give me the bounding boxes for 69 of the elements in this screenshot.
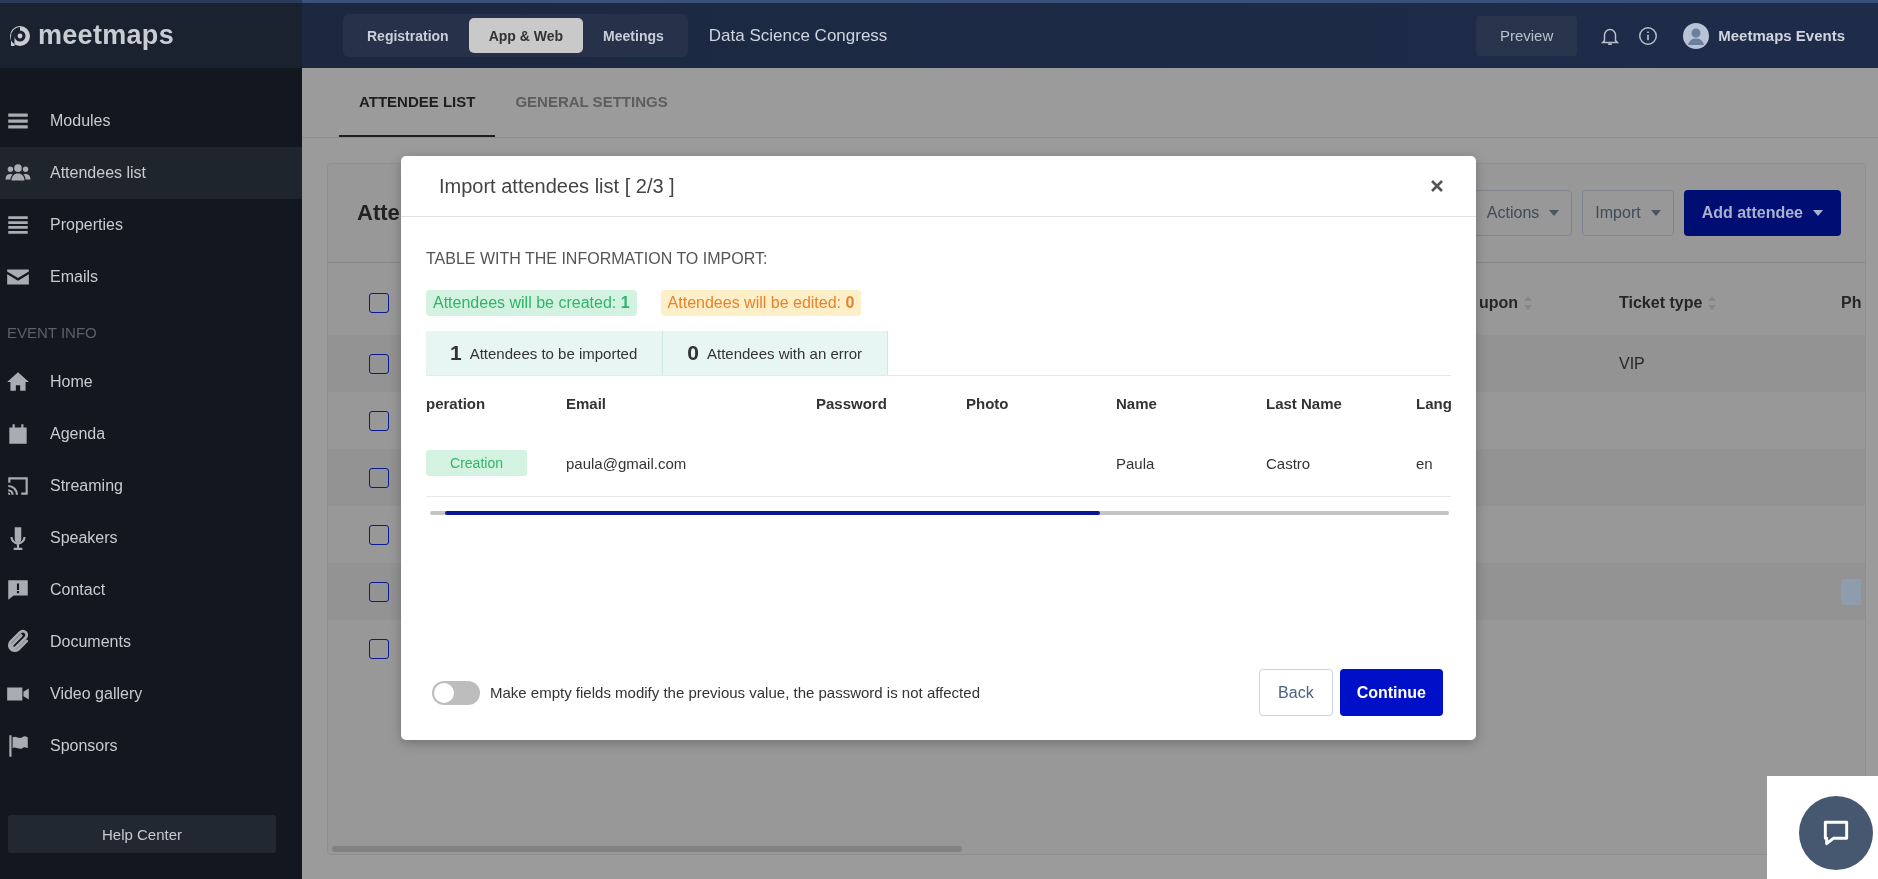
checkbox[interactable]: [369, 467, 389, 488]
column-header: Lang: [1416, 394, 1451, 412]
column-header[interactable]: upon: [1479, 294, 1619, 312]
sidebar-item[interactable]: Documents: [0, 616, 302, 668]
card-title: Atte: [357, 200, 400, 226]
toggle-switch[interactable]: [432, 680, 480, 705]
close-icon[interactable]: [1430, 179, 1444, 193]
horizontal-scrollbar[interactable]: [430, 511, 1449, 515]
info-icon[interactable]: [1637, 24, 1660, 47]
toggle-label: Make empty fields modify the previous value, the password is not affected: [490, 684, 980, 701]
preview-button[interactable]: Preview: [1475, 15, 1578, 56]
table-cell-text: paula@gmail.com: [566, 454, 688, 472]
caret-icon: [1813, 210, 1823, 216]
help-center-button[interactable]: Help Center: [8, 815, 276, 853]
sidebar-item[interactable]: Sponsors: [0, 720, 302, 772]
continue-button[interactable]: Continue: [1339, 669, 1443, 716]
checkbox[interactable]: [369, 293, 389, 313]
column-header: Last Name: [1266, 394, 1343, 412]
sidebar-item[interactable]: Properties: [0, 199, 302, 251]
column-header[interactable]: Ph: [1841, 294, 1865, 312]
sidebar-item[interactable]: Video gallery: [0, 668, 302, 720]
checkbox[interactable]: [369, 524, 389, 545]
operation-badge: Creation: [426, 450, 527, 476]
column-header: Password: [816, 394, 888, 412]
table-cell-text: en: [1416, 454, 1434, 472]
checkbox[interactable]: [369, 581, 389, 602]
stat-label: Attendees to be imported: [469, 344, 638, 362]
sidebar-item[interactable]: Modules: [0, 95, 302, 147]
column-header[interactable]: Ticket type: [1619, 294, 1841, 312]
section-tab[interactable]: Meetings: [583, 18, 684, 53]
section-heading: EVENT INFO: [6, 323, 98, 343]
sidebar-item[interactable]: Agenda: [0, 408, 302, 460]
checkbox[interactable]: [369, 410, 389, 431]
section-tab[interactable]: Registration: [347, 18, 469, 53]
sidebar-item[interactable]: Emails: [0, 251, 302, 303]
column-header: Photo: [966, 394, 1010, 412]
dropdown-button[interactable]: Add attendee: [1683, 190, 1841, 236]
column-header: peration: [426, 394, 487, 412]
event-title: Data Science Congress: [708, 25, 888, 46]
page-tab[interactable]: ATTENDEE LIST: [339, 68, 496, 137]
avatar-icon[interactable]: [1683, 22, 1710, 49]
user-name[interactable]: Meetmaps Events: [1718, 27, 1845, 44]
dialog-title: Import attendees list [ 2/3 ]: [439, 174, 675, 198]
sidebar-item[interactable]: Contact: [0, 564, 302, 616]
table-cell-text: Paula: [1116, 454, 1156, 472]
sidebar-item[interactable]: Speakers: [0, 512, 302, 564]
stat-label: Attendees with an error: [707, 344, 863, 362]
logo-text: meetmaps: [38, 20, 174, 51]
sidebar-item[interactable]: Attendees list: [0, 147, 302, 199]
summary-badge: Attendees will be created: 1: [426, 290, 637, 316]
caret-icon: [1650, 210, 1661, 216]
back-button[interactable]: Back: [1259, 669, 1333, 716]
column-header: Name: [1116, 394, 1158, 412]
section-title: TABLE WITH THE INFORMATION TO IMPORT:: [426, 250, 769, 268]
checkbox[interactable]: [369, 638, 389, 659]
table-cell-text: VIP: [1619, 354, 1646, 373]
column-header: Email: [566, 394, 608, 412]
stat-count: 0: [687, 341, 699, 365]
logo-icon: [8, 23, 32, 48]
paperclip-icon: [5, 629, 31, 655]
stat-count: 1: [450, 341, 462, 365]
section-tab[interactable]: App & Web: [468, 18, 584, 53]
message-alert-icon: [5, 577, 31, 603]
table-cell-text: Castro: [1266, 454, 1312, 472]
checkbox[interactable]: [369, 353, 389, 374]
caret-icon: [1549, 210, 1560, 216]
summary-badge: Attendees will be edited: 0: [660, 290, 862, 316]
sidebar-item[interactable]: Streaming: [0, 460, 302, 512]
sidebar-item[interactable]: Home: [0, 356, 302, 408]
